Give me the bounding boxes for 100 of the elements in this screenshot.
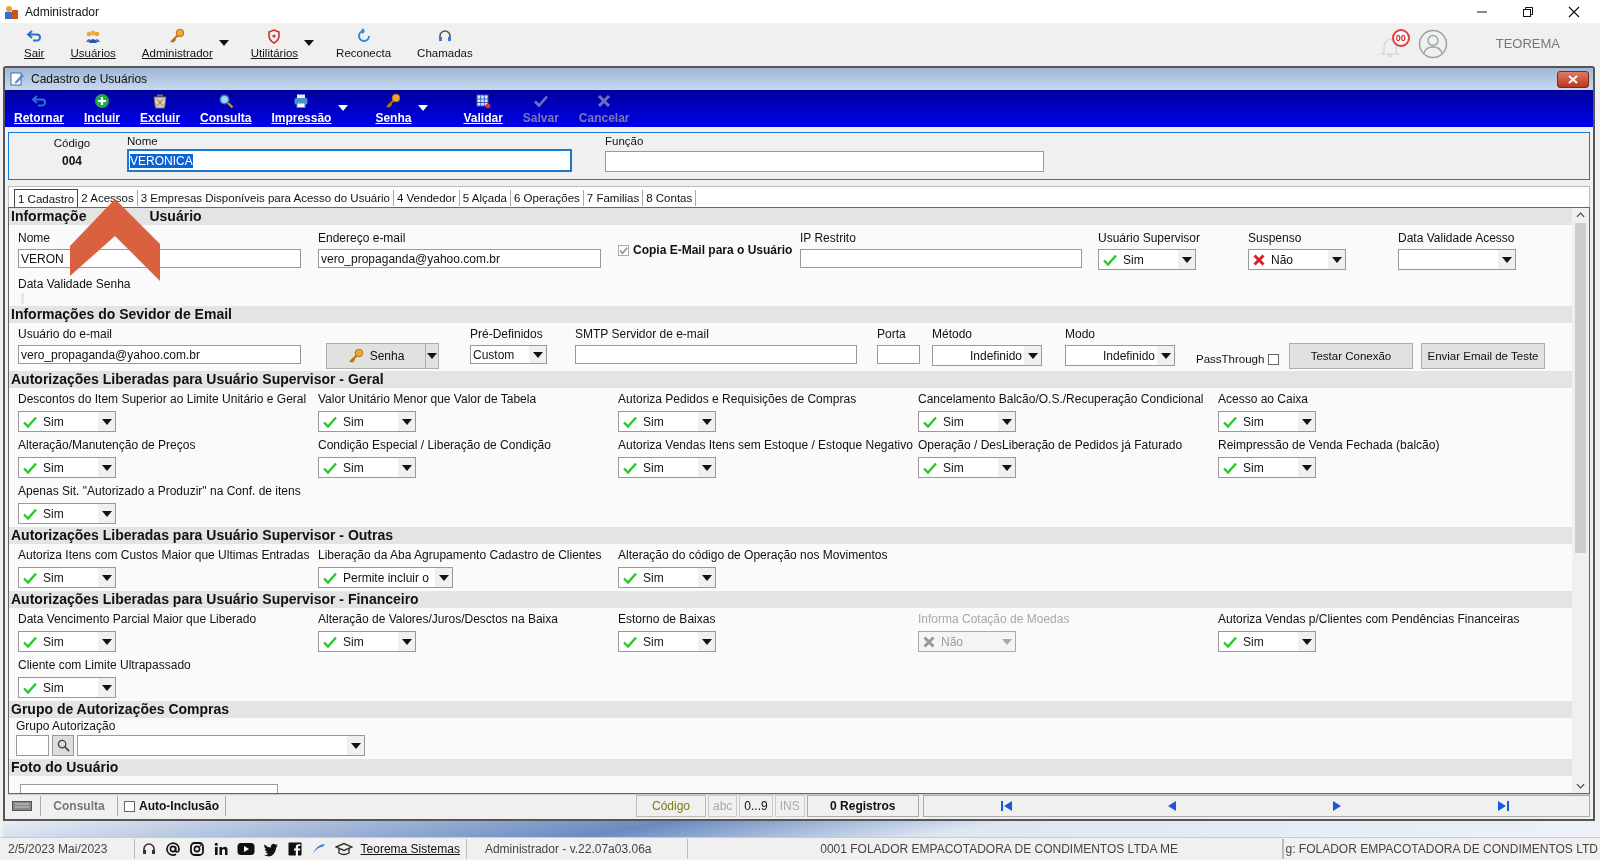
field-label: Grupo Autorização xyxy=(16,719,117,733)
select-field[interactable]: Não xyxy=(1248,249,1346,270)
section-title: Autorizações Liberadas para Usuário Supervisor - Geral xyxy=(11,371,384,388)
select-field[interactable]: Sim xyxy=(18,503,116,524)
field-label: Reimpressão de Venda Fechada (balcão) xyxy=(1218,438,1441,452)
field-label: Usuário Supervisor xyxy=(1098,231,1202,245)
select-field[interactable]: Indefinido xyxy=(1065,345,1175,366)
toolbar-button[interactable]: Retornar xyxy=(9,92,69,125)
email-field[interactable]: vero_propaganda@yahoo.com.br xyxy=(318,249,601,268)
toolbar-button[interactable]: Consulta xyxy=(195,92,257,125)
toolbar-button[interactable]: Excluir xyxy=(135,92,186,125)
select-field[interactable]: Sim xyxy=(1218,457,1316,478)
user-version: Administrador - v.22.07a03.06a xyxy=(466,839,689,859)
mode-indicator: abc xyxy=(708,795,738,817)
section-title: Informações do Sevidor de Email xyxy=(11,306,232,323)
select-field[interactable]: Sim xyxy=(1218,631,1316,652)
field-label: Pré-Definidos xyxy=(470,327,544,341)
select-field[interactable]: Sim xyxy=(18,567,116,588)
field-label: Alteração de Valores/Juros/Desctos na Baixa xyxy=(318,612,559,626)
company-name: 0001 FOLADOR EMPACOTADORA DE CONDIMENTOS LTDA ME xyxy=(688,839,1283,859)
toolbar-button[interactable]: Reconecta xyxy=(332,26,396,61)
field-label: Data Vencimento Parcial Maior que Liberado xyxy=(18,612,258,626)
toolbar-button[interactable]: Chamadas xyxy=(413,26,477,61)
action-button[interactable]: Testar Conexão xyxy=(1289,343,1413,369)
select-field[interactable]: Sim xyxy=(18,631,116,652)
select-field[interactable]: Sim xyxy=(1218,411,1316,432)
field-label: Alteração/Manutenção de Preços xyxy=(18,438,197,452)
toolbar-button[interactable]: Senha xyxy=(370,92,417,125)
field-label: Liberação da Aba Agrupamento Cadastro de Clientes xyxy=(318,548,603,562)
field-label: Valor Unitário Menor que Valor de Tabela xyxy=(318,392,538,406)
toolbar-button[interactable]: Sair xyxy=(20,26,49,61)
website-link[interactable]: Teorema Sistemas xyxy=(360,842,460,856)
tab[interactable]: 4 Vendedor xyxy=(394,190,460,206)
password-button[interactable]: Senha xyxy=(326,343,426,369)
select-field[interactable]: Sim xyxy=(918,457,1016,478)
field-label: Estorno de Baixas xyxy=(618,612,717,626)
field-label: Endereço e-mail xyxy=(318,231,407,245)
select-field[interactable]: Sim xyxy=(618,631,716,652)
action-button[interactable]: Enviar Email de Teste xyxy=(1421,343,1545,369)
toolbar-button[interactable]: Administrador xyxy=(137,26,217,61)
tab[interactable]: 7 Familias xyxy=(583,190,644,206)
select-field[interactable]: Sim xyxy=(18,677,116,698)
field-label: Suspenso xyxy=(1248,231,1303,245)
select-field[interactable]: Sim xyxy=(918,411,1016,432)
key-field-label: Código xyxy=(636,795,706,817)
notification-bell[interactable]: 00 xyxy=(1379,28,1408,59)
field-label: Autoriza Itens com Custos Maior que Ultimas Entradas xyxy=(18,548,311,562)
notification-badge: 00 xyxy=(1391,28,1410,47)
record-count: 0 Registros xyxy=(806,795,919,817)
field-label: Condição Especial / Liberação de Condição xyxy=(318,438,552,452)
checkbox-label: Auto-Inclusão xyxy=(139,799,219,813)
toolbar-button[interactable]: Impressão xyxy=(266,92,337,125)
toolbar-button[interactable]: Usuários xyxy=(66,26,120,61)
section-title: Usuário xyxy=(149,208,202,225)
toolbar-button[interactable]: Incluir xyxy=(79,92,126,125)
company-label: TEOREMA xyxy=(1495,36,1560,51)
select-field[interactable]: Sim xyxy=(18,411,116,432)
section-title: Autorizações Liberadas para Usuário Supervisor - Financeiro xyxy=(11,591,419,608)
tab[interactable]: 6 Operações xyxy=(510,190,584,206)
select-field[interactable]: Sim xyxy=(318,457,416,478)
select-field[interactable]: Sim xyxy=(318,411,416,432)
toolbar-button[interactable]: Validar xyxy=(458,92,508,125)
section-title: Autorizações Liberadas para Usuário Supervisor - Outras xyxy=(11,527,393,544)
select-field[interactable]: Custom xyxy=(470,345,547,364)
field-label: Modo xyxy=(1065,327,1097,341)
field-label: Alteração do código de Operação nos Movimentos xyxy=(618,548,889,562)
company-name: g: FOLADOR EMPACOTADORA DE CONDIMENTOS LTD xyxy=(1282,839,1600,859)
select-field[interactable]: Sim xyxy=(618,411,716,432)
window-title: Cadastro de Usuários xyxy=(31,72,148,86)
select-field[interactable]: Permite incluir o xyxy=(318,567,454,588)
select-field[interactable]: Sim xyxy=(618,457,716,478)
field-label: Operação / DesLiberação de Pedidos já Faturado xyxy=(918,438,1184,452)
select-field[interactable]: Sim xyxy=(318,631,416,652)
field-label: Acesso ao Caixa xyxy=(1218,392,1310,406)
tab[interactable]: 8 Contas xyxy=(643,190,697,206)
select-field[interactable]: Sim xyxy=(618,567,716,588)
window-title: Administrador xyxy=(25,4,100,19)
mode-indicator: INS xyxy=(774,795,805,817)
tab[interactable]: 5 Alçada xyxy=(459,190,511,206)
select-field[interactable]: Indefinido xyxy=(932,345,1042,366)
toolbar-button[interactable]: Utilitários xyxy=(246,26,303,61)
field-label: Autoriza Vendas p/Clientes com Pendências Financeiras xyxy=(1218,612,1518,626)
email-user-field[interactable]: vero_propaganda@yahoo.com.br xyxy=(18,345,301,364)
section-title: Grupo de Autorizações Compras xyxy=(11,701,230,718)
field-label: Data Validade Senha xyxy=(18,277,132,291)
field-label: Descontos do Item Superior ao Limite Unitário e Geral xyxy=(18,392,308,406)
name-field[interactable]: VERONICA xyxy=(127,149,572,172)
select-field[interactable]: Sim xyxy=(18,457,116,478)
checkbox-label: PassThrough xyxy=(1196,353,1265,365)
field-label: Informa Cotação de Moedas xyxy=(918,612,1071,626)
tab[interactable]: 3 Empresas Disponíveis para Acesso do Usuário xyxy=(137,190,394,206)
section-title: Foto do Usuário xyxy=(11,759,119,776)
mode-indicator: 0...9 xyxy=(739,795,773,817)
field-label: Cliente com Limite Ultrapassado xyxy=(18,658,192,672)
tab[interactable]: 1 Cadastro xyxy=(14,189,79,207)
status-date: 2/5/2023 Mai/2023 xyxy=(0,839,135,859)
select-field[interactable]: Sim xyxy=(1098,249,1196,270)
field-label: IP Restrito xyxy=(800,231,857,245)
field-label: Nome xyxy=(18,231,51,245)
field-label: Código xyxy=(53,137,91,149)
